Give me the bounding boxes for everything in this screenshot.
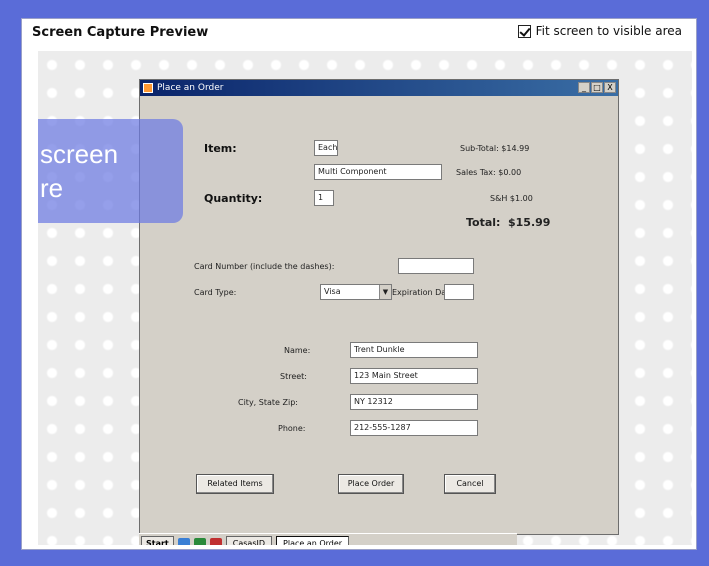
total-value: $15.99 [508,216,551,229]
item-description-field[interactable]: Multi Component [314,164,442,180]
phone-label: Phone: [278,424,306,433]
screen-capture-canvas: screen re Place an Order _ □ X Item: Eac… [38,51,692,545]
sales-tax-text: Sales Tax: $0.00 [456,168,522,177]
app-icon [143,83,153,93]
media-icon[interactable] [209,537,222,545]
chevron-down-icon[interactable]: ▼ [379,285,391,299]
quantity-label: Quantity: [204,192,263,205]
card-number-field[interactable] [398,258,474,274]
name-field[interactable]: Trent Dunkle [350,342,478,358]
total-label: Total: [466,216,501,229]
window-title: Place an Order [157,83,224,93]
start-button[interactable]: Start [141,535,174,545]
city-label: City, State Zip: [238,398,298,407]
capture-preview-panel: Screen Capture Preview Fit screen to vis… [21,18,697,550]
subtotal-text: Sub-Total: $14.99 [460,144,530,153]
name-label: Name: [284,346,311,355]
card-type-label: Card Type: [194,288,237,297]
city-field[interactable]: NY 12312 [350,394,478,410]
related-items-button[interactable]: Related Items [196,474,274,494]
cancel-button[interactable]: Cancel [444,474,496,494]
street-field[interactable]: 123 Main Street [350,368,478,384]
phone-field[interactable]: 212-555-1287 [350,420,478,436]
expiration-field[interactable] [444,284,474,300]
maximize-button[interactable]: □ [591,82,603,93]
desktop-icon[interactable] [177,537,190,545]
shipping-text: S&H $1.00 [490,194,533,203]
place-order-button[interactable]: Place Order [338,474,404,494]
fit-screen-checkbox[interactable] [517,24,531,38]
card-type-select[interactable]: Visa ▼ [320,284,392,300]
quantity-field[interactable]: 1 [314,190,334,206]
browser-icon[interactable] [193,537,206,545]
close-button[interactable]: X [604,82,616,93]
order-window: Place an Order _ □ X Item: Each Sub-Tota… [139,79,619,535]
overlay-text-1: screen [40,139,119,169]
overlay-callout: screen re [38,119,183,223]
window-titlebar: Place an Order [140,80,618,96]
item-label: Item: [204,142,237,155]
card-number-label: Card Number (include the dashes): [194,262,335,271]
minimize-button[interactable]: _ [578,82,590,93]
task-casasid[interactable]: CasasID [225,535,273,545]
taskbar: Start CasasID Place an Order [139,533,517,545]
task-place-order[interactable]: Place an Order [276,535,350,545]
street-label: Street: [280,372,308,381]
card-type-value: Visa [324,287,341,296]
item-field[interactable]: Each [314,140,338,156]
fit-screen-label: Fit screen to visible area [535,24,682,38]
overlay-text-2: re [40,173,64,203]
panel-title: Screen Capture Preview [32,25,209,40]
fit-screen-option[interactable]: Fit screen to visible area [517,24,682,38]
